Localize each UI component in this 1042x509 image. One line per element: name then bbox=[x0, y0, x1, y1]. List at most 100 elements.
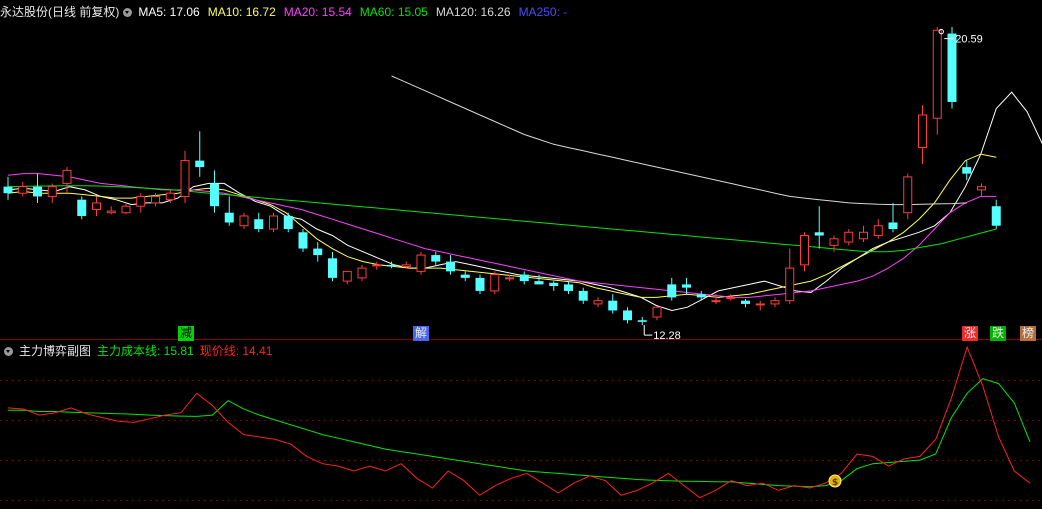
candle-body bbox=[313, 248, 323, 256]
candle-body bbox=[416, 254, 426, 272]
chart-canvas[interactable]: 20.59 12.28 $ bbox=[0, 0, 1042, 509]
gridline bbox=[0, 420, 1042, 421]
stock-title: 永达股份(日线 前复权) bbox=[0, 5, 120, 19]
candle-body bbox=[549, 282, 559, 287]
candle-body bbox=[770, 300, 780, 305]
money-bag-glyph: $ bbox=[832, 478, 838, 488]
candle-body bbox=[357, 267, 367, 279]
candle-body bbox=[652, 306, 662, 318]
candle-body bbox=[859, 231, 868, 240]
candle-body bbox=[726, 296, 736, 299]
candle-body bbox=[932, 29, 942, 119]
candle-body bbox=[62, 169, 72, 184]
candle-body bbox=[844, 231, 854, 243]
candle-body bbox=[298, 232, 308, 249]
candle-body bbox=[92, 202, 101, 210]
ma-legend-item: MA5: 17.06 bbox=[138, 5, 200, 19]
candle-body bbox=[505, 277, 514, 280]
candle-body bbox=[977, 186, 986, 191]
candle-body bbox=[918, 114, 927, 149]
ma-legend-item: MA10: 16.72 bbox=[207, 5, 276, 19]
panel-divider bbox=[0, 339, 1042, 340]
candle-body bbox=[460, 274, 470, 278]
gridline bbox=[0, 380, 1042, 381]
candle-body bbox=[446, 261, 455, 272]
candle-body bbox=[962, 167, 972, 174]
candle-body bbox=[342, 270, 352, 282]
ma-legend-item: MA250: - bbox=[518, 5, 568, 19]
candle-body bbox=[269, 215, 278, 230]
candle-body bbox=[608, 300, 618, 311]
event-tag[interactable]: 解 bbox=[413, 326, 429, 341]
sub-title: 主力博弈副图 bbox=[19, 344, 92, 358]
low-price-label: 12.28 bbox=[653, 330, 681, 342]
candle-body bbox=[682, 284, 691, 288]
gridline bbox=[0, 500, 1042, 501]
candle-body bbox=[711, 300, 721, 303]
gridline bbox=[0, 58, 1042, 59]
main-chart-header: 永达股份(日线 前复权) MA5: 17.06 MA10: 16.72 MA20: … bbox=[0, 2, 575, 22]
event-tag[interactable]: 减 bbox=[178, 326, 194, 341]
candle-body bbox=[741, 300, 750, 304]
candle-body bbox=[195, 160, 205, 168]
candle-body bbox=[239, 215, 249, 227]
candle-body bbox=[490, 274, 500, 292]
ma-legend-item: MA120: 16.26 bbox=[435, 5, 511, 19]
event-tag[interactable]: 榜 bbox=[1020, 326, 1036, 341]
candle-body bbox=[136, 195, 146, 207]
candle-body bbox=[696, 294, 706, 298]
candle-body bbox=[165, 192, 175, 201]
gridline bbox=[0, 94, 1042, 95]
candle-body bbox=[475, 277, 485, 291]
candle-body bbox=[77, 199, 87, 216]
gridline bbox=[0, 166, 1042, 167]
candle-body bbox=[151, 195, 160, 204]
sub-settings-dropdown-icon[interactable] bbox=[4, 346, 13, 356]
candle-body bbox=[578, 290, 588, 301]
candle-body bbox=[224, 212, 234, 223]
candle-body bbox=[534, 281, 544, 285]
gridline bbox=[0, 22, 1042, 23]
candle-body bbox=[800, 235, 809, 266]
gridline bbox=[0, 130, 1042, 131]
candle-body bbox=[254, 219, 264, 230]
gridline bbox=[0, 460, 1042, 461]
candle-body bbox=[903, 176, 913, 214]
candle-body bbox=[829, 238, 839, 246]
gridline bbox=[0, 298, 1042, 299]
candle-body bbox=[328, 258, 337, 278]
chart-background bbox=[0, 0, 1042, 509]
candle-body bbox=[121, 205, 131, 214]
candle-body bbox=[785, 267, 795, 302]
cost-line-label: 主力成本线: 15.81 bbox=[97, 344, 194, 358]
candle-body bbox=[283, 215, 293, 230]
candle-body bbox=[431, 255, 441, 262]
ma-legend: MA5: 17.06 MA10: 16.72 MA20: 15.54 MA60: 15… bbox=[138, 2, 575, 22]
candle-body bbox=[3, 186, 13, 194]
candle-body bbox=[106, 210, 116, 214]
candle-body bbox=[180, 160, 190, 197]
sub-chart-header: 主力博弈副图 主力成本线: 15.81 现价线: 14.41 bbox=[0, 341, 278, 361]
candle-body bbox=[667, 284, 677, 298]
candle-body bbox=[47, 186, 57, 197]
candle-body bbox=[401, 264, 411, 267]
candle-body bbox=[623, 310, 632, 321]
settings-dropdown-icon[interactable] bbox=[123, 7, 133, 17]
ma-legend-item: MA60: 15.05 bbox=[359, 5, 428, 19]
ma-legend-item: MA20: 15.54 bbox=[283, 5, 352, 19]
candle-body bbox=[33, 186, 42, 197]
gridline bbox=[0, 238, 1042, 239]
candle-body bbox=[210, 183, 219, 207]
candle-body bbox=[814, 232, 824, 236]
event-tag[interactable]: 涨 bbox=[962, 326, 978, 341]
candle-body bbox=[755, 303, 765, 306]
candle-body bbox=[564, 284, 573, 291]
price-line-label: 现价线: 14.41 bbox=[199, 344, 273, 358]
candle-body bbox=[387, 264, 396, 267]
event-tag[interactable]: 跌 bbox=[990, 326, 1006, 341]
candle-body bbox=[637, 320, 647, 322]
candle-body bbox=[873, 225, 883, 237]
high-price-label: 20.59 bbox=[955, 34, 983, 46]
candle-body bbox=[991, 206, 1001, 226]
candle-body bbox=[888, 222, 898, 230]
